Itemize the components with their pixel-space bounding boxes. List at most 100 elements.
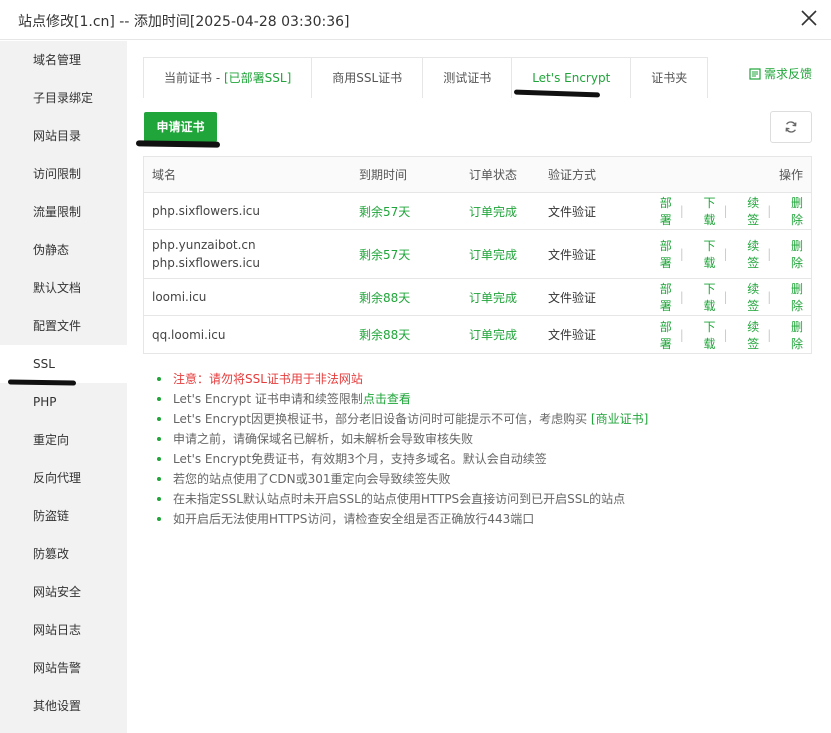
cert-domain: qq.loomi.icu [152, 327, 226, 342]
deploy-link[interactable]: 部署 [648, 318, 672, 352]
refresh-button[interactable] [770, 111, 812, 143]
deploy-link[interactable]: 部署 [648, 237, 672, 271]
separator: | [767, 204, 772, 218]
note-item: Let's Encrypt免费证书，有效期3个月，支持多域名。默认会自动续签 [157, 449, 807, 469]
tab-commercial-ssl[interactable]: 商用SSL证书 [312, 58, 424, 98]
cert-ops: 部署 | 下载 | 续签 | 删除 [640, 194, 811, 228]
window-title: 站点修改[1.cn] -- 添加时间[2025-04-28 03:30:36] [18, 14, 350, 30]
separator: | [723, 327, 728, 342]
separator: | [723, 247, 728, 261]
sidebar-item-traffic-limit[interactable]: 流量限制 [0, 193, 127, 231]
deploy-link[interactable]: 部署 [648, 194, 672, 228]
apply-cert-button[interactable]: 申请证书 [144, 112, 217, 142]
separator: | [679, 247, 684, 261]
download-link[interactable]: 下载 [692, 280, 715, 314]
cert-verify: 文件验证 [548, 247, 597, 262]
separator: | [723, 204, 728, 218]
separator: | [767, 247, 772, 261]
cert-status: 订单完成 [469, 247, 518, 262]
cert-expire: 剩余88天 [359, 328, 411, 342]
close-icon[interactable] [797, 6, 821, 30]
cert-domain: php.yunzaibot.cn [152, 238, 256, 252]
cert-status: 订单完成 [469, 204, 518, 219]
cert-expire: 剩余57天 [359, 204, 411, 219]
note-item: 若您的站点使用了CDN或301重定向会导致续签失败 [157, 469, 807, 489]
download-link[interactable]: 下载 [692, 318, 715, 352]
deploy-link[interactable]: 部署 [648, 280, 672, 314]
header-verify: 验证方式 [548, 168, 597, 182]
note-text: Let's Encrypt 证书申请和续签限制 [173, 392, 363, 406]
table-row: qq.loomi.icu 剩余88天 订单完成 文件验证 部署 | 下载 | 续签 | 删除 [144, 316, 811, 353]
sidebar-item-ssl-label: SSL [33, 357, 55, 371]
tab-letsencrypt-label: Let's Encrypt [532, 71, 611, 85]
sidebar-item-logs[interactable]: 网站日志 [0, 611, 127, 649]
note-item: 申请之前，请确保域名已解析，如未解析会导致审核失败 [157, 429, 807, 449]
delete-link[interactable]: 删除 [779, 194, 803, 228]
cert-verify: 文件验证 [548, 328, 597, 342]
header-domain: 域名 [152, 168, 177, 182]
sidebar-item-default-doc[interactable]: 默认文档 [0, 269, 127, 307]
separator: | [767, 290, 772, 304]
header-ops: 操作 [778, 168, 803, 182]
sidebar-item-access-limit[interactable]: 访问限制 [0, 155, 127, 193]
sidebar-item-site-dir[interactable]: 网站目录 [0, 117, 127, 155]
commercial-cert-link[interactable]: [商业证书] [591, 412, 648, 426]
sidebar-item-alerts[interactable]: 网站告警 [0, 649, 127, 687]
tab-current-cert[interactable]: 当前证书 - [已部署SSL] [144, 58, 313, 98]
tab-letsencrypt[interactable]: Let's Encrypt [512, 58, 632, 98]
title-bar: 站点修改[1.cn] -- 添加时间[2025-04-28 03:30:36] [0, 0, 831, 40]
delete-link[interactable]: 删除 [779, 280, 803, 314]
sidebar-item-domain[interactable]: 域名管理 [0, 41, 127, 79]
cert-domain: php.sixflowers.icu [152, 256, 260, 270]
cert-expire: 剩余88天 [359, 290, 411, 305]
note-item: 注意：请勿将SSL证书用于非法网站 [157, 369, 807, 389]
feedback-link[interactable]: 需求反馈 [749, 65, 812, 82]
note-item: Let's Encrypt因更换根证书，部分老旧设备访问时可能提示不可信，考虑购… [157, 409, 807, 429]
cert-ops: 部署 | 下载 | 续签 | 删除 [640, 237, 811, 271]
cert-verify: 文件验证 [548, 204, 597, 219]
renew-link[interactable]: 续签 [736, 318, 759, 352]
renew-link[interactable]: 续签 [736, 237, 759, 271]
table-row: php.yunzaibot.cn php.sixflowers.icu 剩余57… [144, 230, 811, 279]
ssl-tabs: 当前证书 - [已部署SSL] 商用SSL证书 测试证书 Let's Encry… [143, 57, 709, 98]
delete-link[interactable]: 删除 [779, 237, 803, 271]
view-limits-link[interactable]: 点击查看 [363, 392, 411, 406]
renew-link[interactable]: 续签 [736, 280, 759, 314]
sidebar-item-security[interactable]: 网站安全 [0, 573, 127, 611]
sidebar-item-subdir[interactable]: 子目录绑定 [0, 79, 127, 117]
cert-table: 域名 到期时间 订单状态 验证方式 操作 php.sixflowers.icu … [143, 156, 812, 354]
header-expire: 到期时间 [359, 168, 408, 182]
delete-link[interactable]: 删除 [779, 318, 803, 352]
note-item: 如开启后无法使用HTTPS访问，请检查安全组是否正确放行443端口 [157, 509, 807, 529]
annotation-underline [514, 89, 601, 98]
cert-expire: 剩余57天 [359, 247, 411, 262]
separator: | [679, 327, 684, 342]
tab-current-cert-label: 当前证书 - [164, 71, 224, 85]
refresh-icon [785, 121, 797, 133]
separator: | [723, 290, 728, 304]
sidebar-item-hotlink[interactable]: 防盗链 [0, 497, 127, 535]
notes-list: 注意：请勿将SSL证书用于非法网站 Let's Encrypt 证书申请和续签限… [157, 369, 807, 529]
sidebar: 域名管理 子目录绑定 网站目录 访问限制 流量限制 伪静态 默认文档 配置文件 … [0, 41, 127, 733]
sidebar-item-tamper[interactable]: 防篡改 [0, 535, 127, 573]
sidebar-item-reverse-proxy[interactable]: 反向代理 [0, 459, 127, 497]
sidebar-item-ssl[interactable]: SSL [0, 345, 127, 386]
tab-cert-folder[interactable]: 证书夹 [631, 58, 708, 98]
note-item: Let's Encrypt 证书申请和续签限制点击查看 [157, 389, 807, 409]
annotation-underline [135, 140, 221, 148]
ssl-status-badge: [已部署SSL] [223, 71, 292, 85]
download-link[interactable]: 下载 [692, 237, 715, 271]
header-status: 订单状态 [469, 168, 518, 182]
renew-link[interactable]: 续签 [736, 194, 759, 228]
cert-status: 订单完成 [469, 328, 518, 342]
sidebar-item-rewrite[interactable]: 伪静态 [0, 231, 127, 269]
sidebar-item-redirect[interactable]: 重定向 [0, 421, 127, 459]
tab-test-cert[interactable]: 测试证书 [423, 58, 513, 98]
sidebar-item-other[interactable]: 其他设置 [0, 687, 127, 725]
cert-domain: loomi.icu [152, 290, 207, 304]
feedback-label: 需求反馈 [763, 67, 812, 81]
table-row: php.sixflowers.icu 剩余57天 订单完成 文件验证 部署 | 下载… [144, 193, 811, 230]
sidebar-item-config[interactable]: 配置文件 [0, 307, 127, 345]
sidebar-item-php[interactable]: PHP [0, 383, 127, 421]
download-link[interactable]: 下载 [692, 194, 715, 228]
